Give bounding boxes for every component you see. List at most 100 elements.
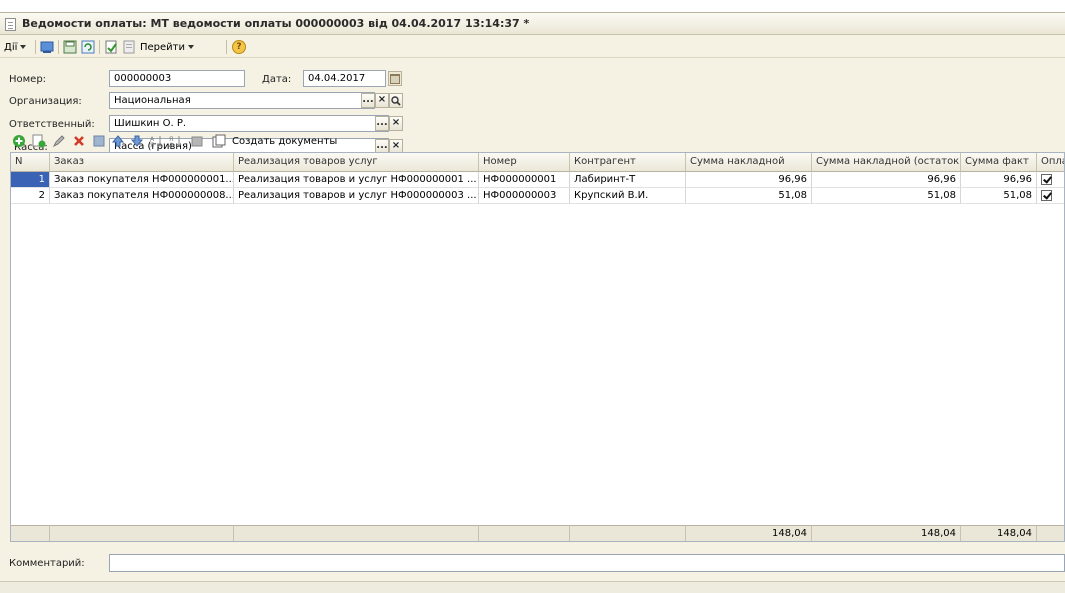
pencil-icon xyxy=(52,135,65,148)
footer-cell xyxy=(1037,525,1064,541)
table-cell-contractor[interactable]: Крупский В.И. xyxy=(570,188,686,204)
delete-icon xyxy=(74,136,84,146)
organization-open-button[interactable] xyxy=(389,93,403,108)
sort-ascending-icon: AЯ xyxy=(150,136,163,148)
total-sum-fact: 148,04 xyxy=(961,525,1037,541)
goto-menu-button[interactable]: Перейти xyxy=(140,39,194,55)
organization-select-button[interactable]: ... xyxy=(361,93,375,108)
column-header-sum-rest[interactable]: Сумма накладной (остаток) xyxy=(812,153,961,172)
payments-table: N Заказ Реализация товаров услуг Номер К… xyxy=(10,152,1065,542)
table-cell-realization[interactable]: Реализация товаров и услуг НФ000000003 .… xyxy=(234,188,479,204)
table-cell-sum[interactable]: 51,08 xyxy=(686,188,812,204)
comment-field[interactable] xyxy=(109,554,1065,572)
help-icon: ? xyxy=(232,40,246,54)
documents-icon xyxy=(212,134,226,148)
table-cell-sum-fact[interactable]: 96,96 xyxy=(961,172,1037,188)
total-sum: 148,04 xyxy=(686,525,812,541)
paid-checkbox[interactable] xyxy=(1041,174,1052,185)
column-header-n[interactable]: N xyxy=(11,153,50,172)
sort-ascending-button[interactable]: AЯ xyxy=(150,133,164,149)
date-field[interactable]: 04.04.2017 xyxy=(303,70,386,87)
table-cell-number[interactable]: НФ000000003 xyxy=(479,188,570,204)
paid-checkbox[interactable] xyxy=(1041,190,1052,201)
status-bar xyxy=(0,581,1065,593)
footer-cell xyxy=(479,525,570,541)
svg-text:A: A xyxy=(169,142,174,148)
toolbar-separator xyxy=(99,40,100,54)
post-button[interactable] xyxy=(104,39,118,55)
column-header-number[interactable]: Номер xyxy=(479,153,570,172)
save-icon xyxy=(63,40,77,54)
total-sum-rest: 148,04 xyxy=(812,525,961,541)
number-field[interactable]: 000000003 xyxy=(109,70,245,87)
column-header-sum[interactable]: Сумма накладной xyxy=(686,153,812,172)
fill-button[interactable] xyxy=(190,133,204,149)
table-cell-sum[interactable]: 96,96 xyxy=(686,172,812,188)
edit-row-button[interactable] xyxy=(52,133,66,149)
column-header-realization[interactable]: Реализация товаров услуг xyxy=(234,153,479,172)
main-toolbar: Дії Перейти ? xyxy=(0,36,1065,58)
move-down-button[interactable] xyxy=(130,133,144,149)
table-cell-paid[interactable] xyxy=(1037,188,1064,204)
plus-icon xyxy=(13,135,25,147)
save-close-button[interactable] xyxy=(40,39,54,55)
end-edit-button[interactable] xyxy=(92,133,106,149)
calendar-button[interactable] xyxy=(388,71,402,86)
responsible-label: Ответственный: xyxy=(9,119,95,130)
document-window: Ведомости оплаты: МТ ведомости оплаты 00… xyxy=(0,12,1065,593)
table-cell-number[interactable]: НФ000000001 xyxy=(479,172,570,188)
comment-label: Комментарий: xyxy=(9,558,85,569)
organization-field[interactable]: Национальная xyxy=(109,92,375,109)
title-bar: Ведомости оплаты: МТ ведомости оплаты 00… xyxy=(0,13,1065,35)
footer-cell xyxy=(234,525,479,541)
table-cell-sum-fact[interactable]: 51,08 xyxy=(961,188,1037,204)
document-icon xyxy=(5,18,16,31)
add-row-button[interactable] xyxy=(12,133,26,149)
actions-menu-button[interactable]: Дії xyxy=(4,39,27,55)
sort-descending-button[interactable]: ЯA xyxy=(169,133,183,149)
save-button[interactable] xyxy=(63,39,77,55)
table-cell-sum-rest[interactable]: 96,96 xyxy=(812,172,961,188)
table-cell-order[interactable]: Заказ покупателя НФ000000008... xyxy=(50,188,234,204)
table-toolbar: AЯ ЯA Создать документы xyxy=(0,131,1065,151)
copy-row-button[interactable] xyxy=(32,133,46,149)
responsible-clear-button[interactable]: × xyxy=(389,116,403,131)
unpost-button[interactable] xyxy=(122,39,136,55)
column-header-order[interactable]: Заказ xyxy=(50,153,234,172)
toolbar-separator xyxy=(35,40,36,54)
date-label: Дата: xyxy=(262,74,292,85)
number-label: Номер: xyxy=(9,74,47,85)
table-cell-sum-rest[interactable]: 51,08 xyxy=(812,188,961,204)
column-header-sum-fact[interactable]: Сумма факт xyxy=(961,153,1037,172)
end-edit-icon xyxy=(93,135,105,147)
fill-icon xyxy=(191,136,203,147)
column-header-contractor[interactable]: Контрагент xyxy=(570,153,686,172)
column-header-paid[interactable]: Опла xyxy=(1037,153,1064,172)
delete-row-button[interactable] xyxy=(72,133,86,149)
chevron-down-icon xyxy=(20,45,27,49)
table-cell-realization[interactable]: Реализация товаров и услуг НФ000000001 .… xyxy=(234,172,479,188)
footer-cell xyxy=(50,525,234,541)
copy-icon xyxy=(32,134,46,148)
refresh-button[interactable] xyxy=(81,39,95,55)
footer-cell xyxy=(570,525,686,541)
toolbar-separator xyxy=(58,40,59,54)
table-cell-n[interactable]: 2 xyxy=(11,188,50,204)
unpost-document-icon xyxy=(123,40,135,54)
move-up-button[interactable] xyxy=(111,133,125,149)
table-cell-order[interactable]: Заказ покупателя НФ000000001... xyxy=(50,172,234,188)
toolbar-separator xyxy=(226,40,227,54)
table-cell-paid[interactable] xyxy=(1037,172,1064,188)
calendar-icon xyxy=(390,74,400,84)
help-button[interactable]: ? xyxy=(232,39,246,55)
create-documents-label: Создать документы xyxy=(232,135,338,147)
goto-menu-label: Перейти xyxy=(140,41,185,53)
svg-text:Я: Я xyxy=(150,142,154,148)
sort-descending-icon: ЯA xyxy=(169,136,182,148)
table-cell-n[interactable]: 1 xyxy=(11,172,50,188)
organization-clear-button[interactable]: × xyxy=(375,93,389,108)
table-cell-contractor[interactable]: Лабиринт-Т xyxy=(570,172,686,188)
responsible-select-button[interactable]: ... xyxy=(375,116,389,131)
responsible-field[interactable]: Шишкин О. Р. xyxy=(109,115,389,132)
create-documents-button[interactable]: Создать документы xyxy=(212,133,337,149)
